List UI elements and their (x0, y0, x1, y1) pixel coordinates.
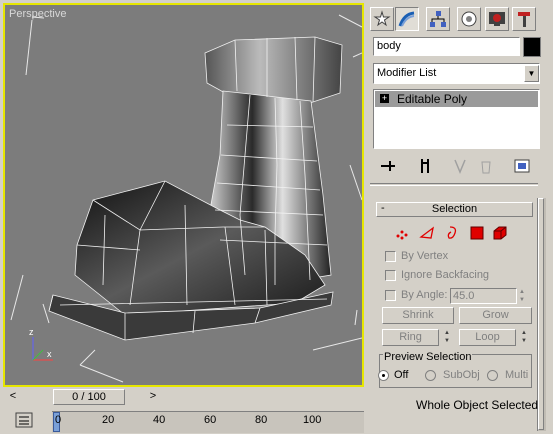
scrollbar-thumb[interactable] (538, 198, 544, 430)
selection-rollout-header[interactable]: Selection (376, 202, 533, 217)
by-angle-label: By Angle: (401, 289, 448, 301)
modifier-list-dropdown[interactable]: Modifier List (373, 63, 540, 84)
tick-label-60: 60 (204, 414, 217, 426)
preview-multi-radio[interactable] (487, 370, 498, 381)
pin-stack-icon[interactable] (378, 157, 398, 175)
loop-button[interactable]: Loop (459, 329, 516, 346)
preview-selection-title: Preview Selection (383, 351, 473, 363)
panel-divider (370, 183, 538, 186)
chevron-down-icon[interactable]: ▼ (524, 65, 539, 82)
configure-modifier-sets-icon[interactable] (512, 157, 532, 175)
vertex-mode-icon[interactable] (393, 224, 411, 242)
polygon-mode-icon[interactable] (468, 224, 486, 242)
object-name-field[interactable]: body (373, 37, 520, 56)
by-vertex-label: By Vertex (401, 250, 449, 262)
preview-multi-label: Multi (505, 369, 529, 381)
show-end-result-icon[interactable] (415, 157, 435, 175)
expand-icon[interactable]: + (380, 94, 389, 103)
ignore-backfacing-checkbox[interactable] (385, 270, 396, 281)
border-mode-icon[interactable] (443, 224, 461, 242)
selection-status-text: Whole Object Selected (416, 398, 539, 412)
collapse-icon[interactable]: - (381, 202, 385, 214)
stack-item-label: Editable Poly (397, 92, 468, 106)
ring-spinner[interactable]: ▲ ▼ (442, 329, 452, 346)
ignore-backfacing-label: Ignore Backfacing (401, 269, 490, 281)
preview-subobj-label: SubObj (443, 369, 480, 381)
create-tab-icon[interactable] (370, 7, 394, 31)
by-angle-checkbox[interactable] (385, 290, 396, 301)
modify-tab-icon[interactable] (395, 7, 419, 31)
grow-button[interactable]: Grow (459, 307, 532, 324)
motion-tab-icon[interactable] (457, 7, 481, 31)
shrink-button[interactable]: Shrink (382, 307, 454, 324)
boot-model[interactable]: z x (5, 5, 362, 385)
preview-off-radio[interactable] (378, 370, 389, 381)
tick-label-20: 20 (102, 414, 115, 426)
tick-label-0: 0 (55, 414, 62, 426)
make-unique-icon[interactable] (450, 157, 470, 175)
preview-subobj-radio[interactable] (425, 370, 436, 381)
preview-off-label: Off (394, 369, 409, 381)
time-slider-bar: < 0 / 100 > (3, 389, 364, 405)
object-color-swatch[interactable] (523, 37, 541, 57)
remove-modifier-icon[interactable] (476, 157, 496, 175)
element-mode-icon[interactable] (491, 224, 509, 242)
svg-text:z: z (29, 327, 34, 337)
edge-mode-icon[interactable] (418, 224, 436, 242)
tick-label-40: 40 (153, 414, 166, 426)
tick-label-80: 80 (255, 414, 268, 426)
by-vertex-checkbox[interactable] (385, 251, 396, 262)
ring-button[interactable]: Ring (382, 329, 439, 346)
angle-spinner-arrows[interactable]: ▲ ▼ (517, 288, 527, 304)
display-tab-icon[interactable] (485, 7, 509, 31)
time-slider-thumb[interactable]: 0 / 100 (53, 389, 125, 405)
angle-field[interactable]: 45.0 (450, 288, 517, 304)
loop-spinner[interactable]: ▲ ▼ (519, 329, 529, 346)
utilities-tab-icon[interactable] (512, 7, 536, 31)
next-frame-button[interactable]: > (146, 389, 160, 403)
tick-label-100: 100 (303, 414, 322, 426)
hierarchy-tab-icon[interactable] (426, 7, 450, 31)
key-filter-icon[interactable] (14, 411, 36, 429)
svg-text:x: x (47, 349, 52, 359)
prev-frame-button[interactable]: < (6, 389, 20, 403)
perspective-viewport[interactable]: Perspective z x (3, 3, 364, 387)
